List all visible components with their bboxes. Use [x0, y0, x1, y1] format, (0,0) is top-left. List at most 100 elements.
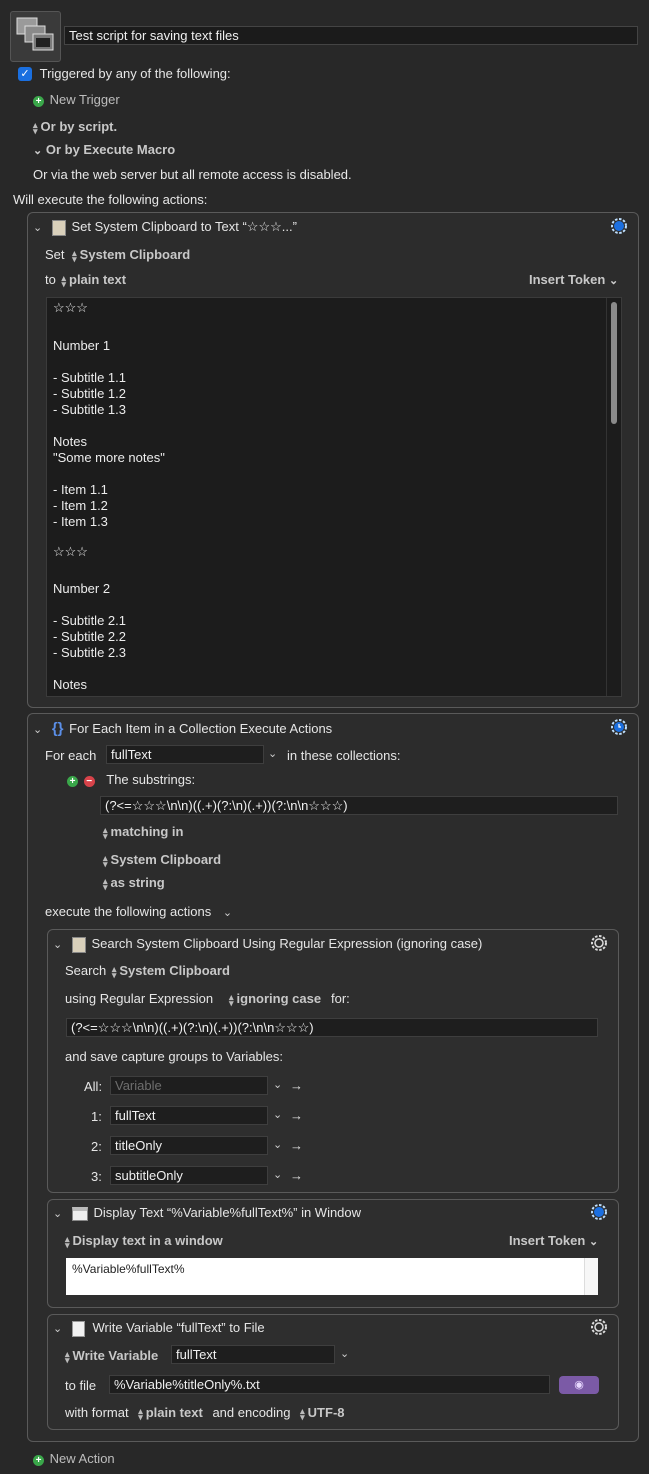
- chevron-down-icon[interactable]: ⌄: [53, 1208, 62, 1220]
- plus-icon: +: [33, 96, 44, 107]
- capture-group-variable-field[interactable]: subtitleOnly: [110, 1166, 268, 1185]
- clipboard-text-line: ☆☆☆: [53, 300, 88, 315]
- gear-icon[interactable]: [590, 1203, 608, 1221]
- substrings-label: The substrings:: [106, 772, 196, 787]
- capture-group-label: 1:: [91, 1109, 102, 1124]
- chevron-down-icon[interactable]: ⌄: [53, 939, 62, 951]
- document-icon: [71, 1320, 85, 1337]
- ignoring-case-select[interactable]: ▴ ▾ ignoring case: [229, 991, 321, 1007]
- write-mode-select[interactable]: ▴ ▾ Write Variable: [65, 1348, 158, 1364]
- for-label: for:: [331, 991, 350, 1006]
- chevron-down-icon[interactable]: ⌄: [273, 1108, 282, 1121]
- search-target-select[interactable]: ▴ ▾ System Clipboard: [112, 963, 230, 979]
- chevron-down-icon[interactable]: ⌄: [273, 1078, 282, 1091]
- gear-icon[interactable]: [590, 1318, 608, 1336]
- to-row: to ▴ ▾ plain text: [45, 272, 127, 289]
- clipboard-icon: [71, 936, 86, 953]
- execute-label[interactable]: execute the following actions ⌄: [45, 904, 232, 919]
- arrow-right-icon[interactable]: →: [290, 1078, 303, 1093]
- encoding-select[interactable]: ▴ ▾ UTF-8: [300, 1405, 344, 1421]
- updown-icon: ▴ ▾: [33, 119, 38, 136]
- new-action-button[interactable]: + New Action: [33, 1451, 115, 1466]
- braces-icon: {}: [51, 720, 64, 737]
- sub1-title: Search System Clipboard Using Regular Ex…: [91, 936, 483, 951]
- set-row: Set ▴ ▾ System Clipboard: [45, 247, 191, 264]
- triggered-label: Triggered by any of the following:: [39, 66, 231, 82]
- capture-group-label: 3:: [91, 1169, 102, 1184]
- clipboard-icon: [51, 219, 66, 236]
- gear-icon[interactable]: [610, 718, 628, 736]
- triggered-checkbox[interactable]: ✓: [18, 66, 32, 81]
- chevron-down-icon[interactable]: ⌄: [340, 1347, 349, 1360]
- clipboard-text-line: Notes: [53, 434, 87, 449]
- action1-header[interactable]: ⌄ Set System Clipboard to Text “☆☆☆...”: [33, 219, 297, 236]
- add-collection-icon[interactable]: +: [67, 776, 78, 787]
- clipboard-text-line: - Subtitle 2.2: [53, 629, 126, 644]
- chevron-down-icon[interactable]: ⌄: [273, 1138, 282, 1151]
- chevron-down-icon[interactable]: ⌄: [33, 222, 42, 234]
- clipboard-text-line: Number 1: [53, 338, 111, 353]
- file-picker-button[interactable]: ◉: [559, 1376, 599, 1394]
- new-trigger-button[interactable]: + New Trigger: [33, 92, 120, 107]
- capture-group-variable-field[interactable]: Variable: [110, 1076, 268, 1095]
- capture-group-label: All:: [84, 1079, 103, 1094]
- action2-title: For Each Item in a Collection Execute Ac…: [69, 721, 333, 736]
- clipboard-text-line: - Subtitle 1.1: [53, 370, 126, 385]
- display-mode-select[interactable]: ▴ ▾ Display text in a window: [65, 1233, 223, 1249]
- as-string-select[interactable]: ▴ ▾ as string: [103, 875, 165, 891]
- clipboard-text-line: - Subtitle 1.2: [53, 386, 126, 401]
- gear-icon[interactable]: [610, 217, 628, 235]
- file-path-field[interactable]: %Variable%titleOnly%.txt: [109, 1375, 550, 1394]
- in-collections-label: in these collections:: [287, 748, 401, 763]
- matching-in-select[interactable]: ▴ ▾ matching in: [103, 824, 183, 840]
- file-format-select[interactable]: ▴ ▾ plain text: [138, 1405, 206, 1421]
- search-regex-field[interactable]: (?<=☆☆☆\n\n)((.+)(?:\n)(.+))(?:\n\n☆☆☆): [66, 1018, 598, 1037]
- sub2-header[interactable]: ⌄ Display Text “%Variable%fullText%” in …: [53, 1205, 361, 1221]
- arrow-right-icon[interactable]: →: [290, 1108, 303, 1123]
- capture-group-variable-field[interactable]: fullText: [110, 1106, 268, 1125]
- sub2-title: Display Text “%Variable%fullText%” in Wi…: [93, 1205, 362, 1220]
- arrow-right-icon[interactable]: →: [290, 1138, 303, 1153]
- clipboard-text-line: - Subtitle 2.3: [53, 645, 126, 660]
- action2-header[interactable]: ⌄ {} For Each Item in a Collection Execu…: [33, 720, 332, 737]
- sub1-header[interactable]: ⌄ Search System Clipboard Using Regular …: [53, 936, 482, 953]
- or-by-execute-macro-toggle[interactable]: ⌄ Or by Execute Macro: [33, 142, 175, 157]
- substrings-regex-field[interactable]: (?<=☆☆☆\n\n)((.+)(?:\n)(.+))(?:\n\n☆☆☆): [100, 796, 618, 815]
- or-by-script-toggle[interactable]: ▴ ▾ Or by script.: [33, 119, 117, 136]
- clipboard-text-area[interactable]: ☆☆☆ Number 1- Subtitle 1.1- Subtitle 1.2-…: [46, 297, 622, 697]
- chevron-down-icon[interactable]: ⌄: [53, 1323, 62, 1335]
- clipboard-text-line: Number 2: [53, 581, 111, 596]
- for-each-variable-field[interactable]: fullText: [106, 745, 264, 764]
- display-text-area[interactable]: %Variable%fullText%: [66, 1258, 598, 1295]
- capture-group-variable-field[interactable]: titleOnly: [110, 1136, 268, 1155]
- insert-token-button[interactable]: Insert Token ⌄: [529, 272, 618, 287]
- clipboard-text-line: - Item 1.1: [53, 482, 108, 497]
- triggered-row[interactable]: ✓ Triggered by any of the following:: [18, 65, 231, 81]
- write-variable-field[interactable]: fullText: [171, 1345, 335, 1364]
- clipboard-text-line: - Subtitle 1.3: [53, 402, 126, 417]
- clipboard-text-line: - Item 1.3: [53, 514, 108, 529]
- macro-name-field[interactable]: Test script for saving text files: [64, 26, 638, 45]
- for-each-label: For each: [45, 748, 97, 763]
- search-row: Search ▴ ▾ System Clipboard: [65, 963, 230, 980]
- plus-icon: +: [33, 1455, 44, 1466]
- insert-token-button[interactable]: Insert Token ⌄: [509, 1233, 598, 1248]
- set-target-select[interactable]: ▴ ▾ System Clipboard: [72, 247, 190, 263]
- source-select[interactable]: ▴ ▾ System Clipboard: [103, 852, 221, 868]
- gear-icon[interactable]: [590, 934, 608, 952]
- chevron-down-icon[interactable]: ⌄: [33, 724, 42, 736]
- chevron-down-icon[interactable]: ⌄: [268, 747, 277, 760]
- remove-collection-icon[interactable]: −: [83, 776, 95, 787]
- to-file-label: to file: [65, 1378, 97, 1393]
- window-icon: [71, 1206, 88, 1221]
- will-execute-label: Will execute the following actions:: [13, 192, 208, 207]
- sub3-header[interactable]: ⌄ Write Variable “fullText” to File: [53, 1320, 265, 1337]
- save-groups-label: and save capture groups to Variables:: [65, 1049, 284, 1064]
- using-row: using Regular Expression: [65, 991, 214, 1006]
- arrow-right-icon[interactable]: →: [290, 1168, 303, 1183]
- clipboard-text-line: ☆☆☆: [53, 544, 88, 559]
- macro-icon[interactable]: [10, 11, 61, 62]
- clipboard-text-line: - Subtitle 2.1: [53, 613, 126, 628]
- format-select[interactable]: ▴ ▾ plain text: [61, 272, 126, 288]
- chevron-down-icon[interactable]: ⌄: [273, 1168, 282, 1181]
